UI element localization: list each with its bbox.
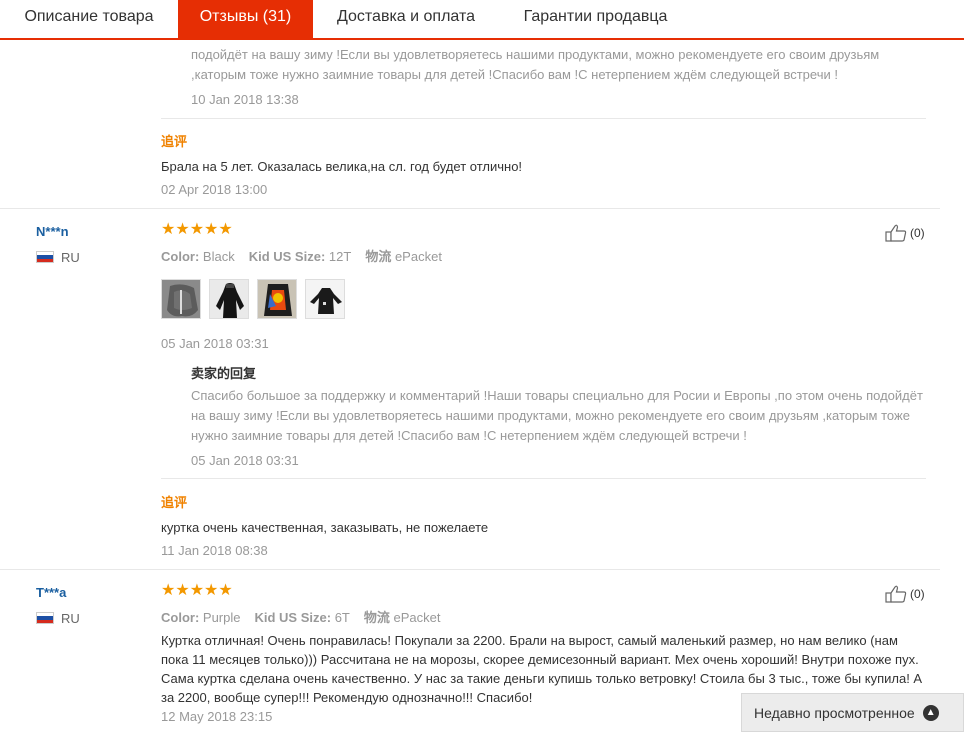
- followup-date: 02 Apr 2018 13:00: [161, 182, 268, 197]
- star-rating: ★★★★★: [161, 582, 233, 599]
- review-user-name[interactable]: N***n: [36, 224, 69, 239]
- thumbs-up-icon: [885, 224, 907, 242]
- shipping-label: 物流: [363, 610, 390, 625]
- russia-flag-icon: [36, 251, 54, 263]
- color-value: Black: [202, 249, 235, 264]
- color-label: Color:: [161, 610, 200, 625]
- review-attributes: Color: Purple Kid US Size: 6T 物流 ePacket: [161, 607, 454, 626]
- seller-reply-date: 10 Jan 2018 13:38: [191, 92, 299, 107]
- shipping-value: ePacket: [394, 249, 442, 264]
- size-value: 12T: [328, 249, 352, 264]
- seller-reply-text-line3: ,каторым тоже нужно заимние товары для д…: [191, 67, 838, 82]
- seller-reply-text-line2: подойдёт на вашу зиму !Если вы удовлетво…: [191, 47, 880, 62]
- followup-label: 追评: [161, 495, 188, 510]
- seller-reply-title: 卖家的回复: [191, 366, 257, 381]
- divider: [161, 478, 926, 479]
- helpful-button[interactable]: (0): [885, 224, 925, 242]
- review-user-name[interactable]: T***a: [36, 585, 66, 600]
- review-user-country: RU: [61, 611, 80, 626]
- followup-label: 追评: [161, 134, 188, 149]
- shipping-value: ePacket: [393, 610, 441, 625]
- size-label: Kid US Size:: [248, 249, 326, 264]
- review-user-country: RU: [61, 250, 80, 265]
- review-tabs: Описание товара Отзывы (31) Доставка и о…: [0, 0, 964, 40]
- size-label: Kid US Size:: [254, 610, 332, 625]
- chevron-up-icon: ▲: [922, 704, 939, 721]
- russia-flag-icon: [36, 612, 54, 624]
- review-divider: [0, 569, 940, 570]
- color-value: Purple: [202, 610, 241, 625]
- divider: [161, 118, 926, 119]
- color-label: Color:: [161, 249, 200, 264]
- review-date: 05 Jan 2018 03:31: [161, 336, 269, 351]
- tab-shipping[interactable]: Доставка и оплата: [313, 0, 499, 38]
- review-photo-thumbnail[interactable]: [209, 279, 249, 319]
- tab-guarantees[interactable]: Гарантии продавца: [499, 0, 692, 38]
- review-divider: [0, 208, 940, 209]
- seller-reply-text: Спасибо большое за поддержку и комментар…: [191, 388, 923, 443]
- shipping-label: 物流: [365, 249, 392, 264]
- recently-viewed-label: Недавно просмотренное: [754, 704, 915, 721]
- recently-viewed-button[interactable]: Недавно просмотренное ▲: [741, 693, 964, 732]
- review-attributes: Color: Black Kid US Size: 12T 物流 ePacket: [161, 246, 456, 265]
- seller-reply-date: 05 Jan 2018 03:31: [191, 453, 299, 468]
- followup-text: Брала на 5 лет. Оказалась велика,на сл. …: [161, 159, 523, 174]
- followup-date: 11 Jan 2018 08:38: [161, 543, 268, 558]
- helpful-count: (0): [910, 587, 925, 601]
- review-date: 12 May 2018 23:15: [161, 709, 273, 724]
- followup-text: куртка очень качественная, заказывать, н…: [161, 520, 489, 535]
- tab-reviews[interactable]: Отзывы (31): [178, 0, 313, 38]
- review-photo-thumbnail[interactable]: [161, 279, 201, 319]
- review-photo-thumbnail[interactable]: [305, 279, 345, 319]
- helpful-count: (0): [910, 226, 925, 240]
- review-photo-thumbnail[interactable]: [257, 279, 297, 319]
- size-value: 6T: [334, 610, 350, 625]
- tab-description[interactable]: Описание товара: [0, 0, 178, 38]
- helpful-button[interactable]: (0): [885, 585, 925, 603]
- star-rating: ★★★★★: [161, 221, 233, 238]
- thumbs-up-icon: [885, 585, 907, 603]
